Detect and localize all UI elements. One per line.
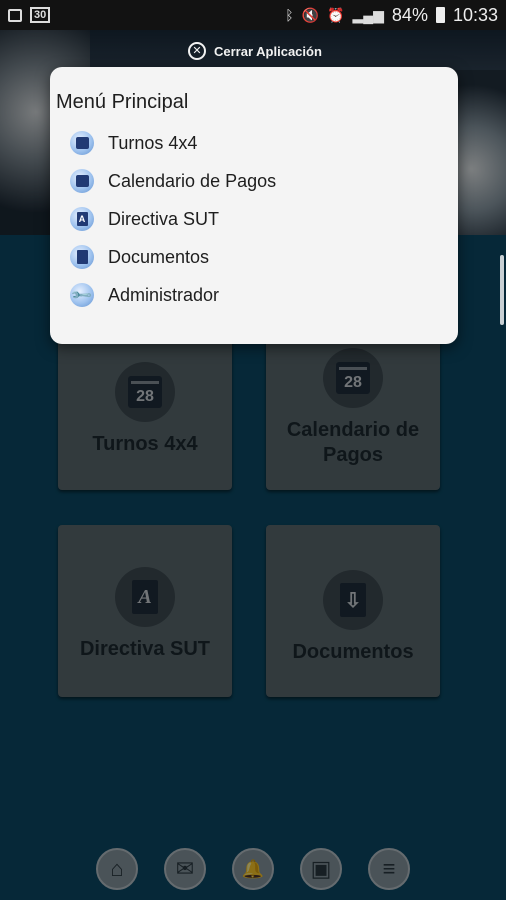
calendar-notification-icon: 30 <box>30 7 51 23</box>
mute-icon: 🔇 <box>301 6 320 23</box>
menu-item-label: Turnos 4x4 <box>108 132 198 153</box>
battery-percent: 84% <box>391 4 428 25</box>
calendar-icon <box>70 131 94 155</box>
image-notification-icon <box>8 8 22 22</box>
alarm-icon: ⏰ <box>327 6 345 23</box>
menu-item-turnos[interactable]: Turnos 4x4 <box>56 124 458 162</box>
signal-icon: ▂▄▆ <box>352 6 384 23</box>
scrollbar[interactable] <box>500 255 504 325</box>
menu-item-calendario-pagos[interactable]: Calendario de Pagos <box>56 162 458 200</box>
menu-item-documentos[interactable]: Documentos <box>56 238 458 276</box>
close-app-label: Cerrar Aplicación <box>214 43 322 59</box>
close-app-button[interactable]: ✕ Cerrar Aplicación <box>188 42 322 60</box>
bluetooth-icon: ᛒ <box>285 7 294 23</box>
menu-item-label: Directiva SUT <box>108 208 220 229</box>
menu-item-label: Administrador <box>108 284 220 305</box>
menu-item-administrador[interactable]: 🔧 Administrador <box>56 276 458 314</box>
calendar-icon <box>70 169 94 193</box>
clock: 10:33 <box>452 4 498 25</box>
menu-item-label: Calendario de Pagos <box>108 170 277 191</box>
menu-item-directiva-sut[interactable]: A Directiva SUT <box>56 200 458 238</box>
wrench-icon: 🔧 <box>69 282 94 307</box>
menu-item-label: Documentos <box>108 246 210 267</box>
status-bar: 30 ᛒ 🔇 ⏰ ▂▄▆ 84% 10:33 <box>0 0 506 30</box>
battery-icon <box>435 7 445 23</box>
document-icon <box>70 245 94 269</box>
main-menu-dialog: Menú Principal Turnos 4x4 Calendario de … <box>50 67 458 344</box>
menu-title: Menú Principal <box>56 91 189 113</box>
close-icon: ✕ <box>188 42 206 60</box>
document-icon: A <box>70 207 94 231</box>
